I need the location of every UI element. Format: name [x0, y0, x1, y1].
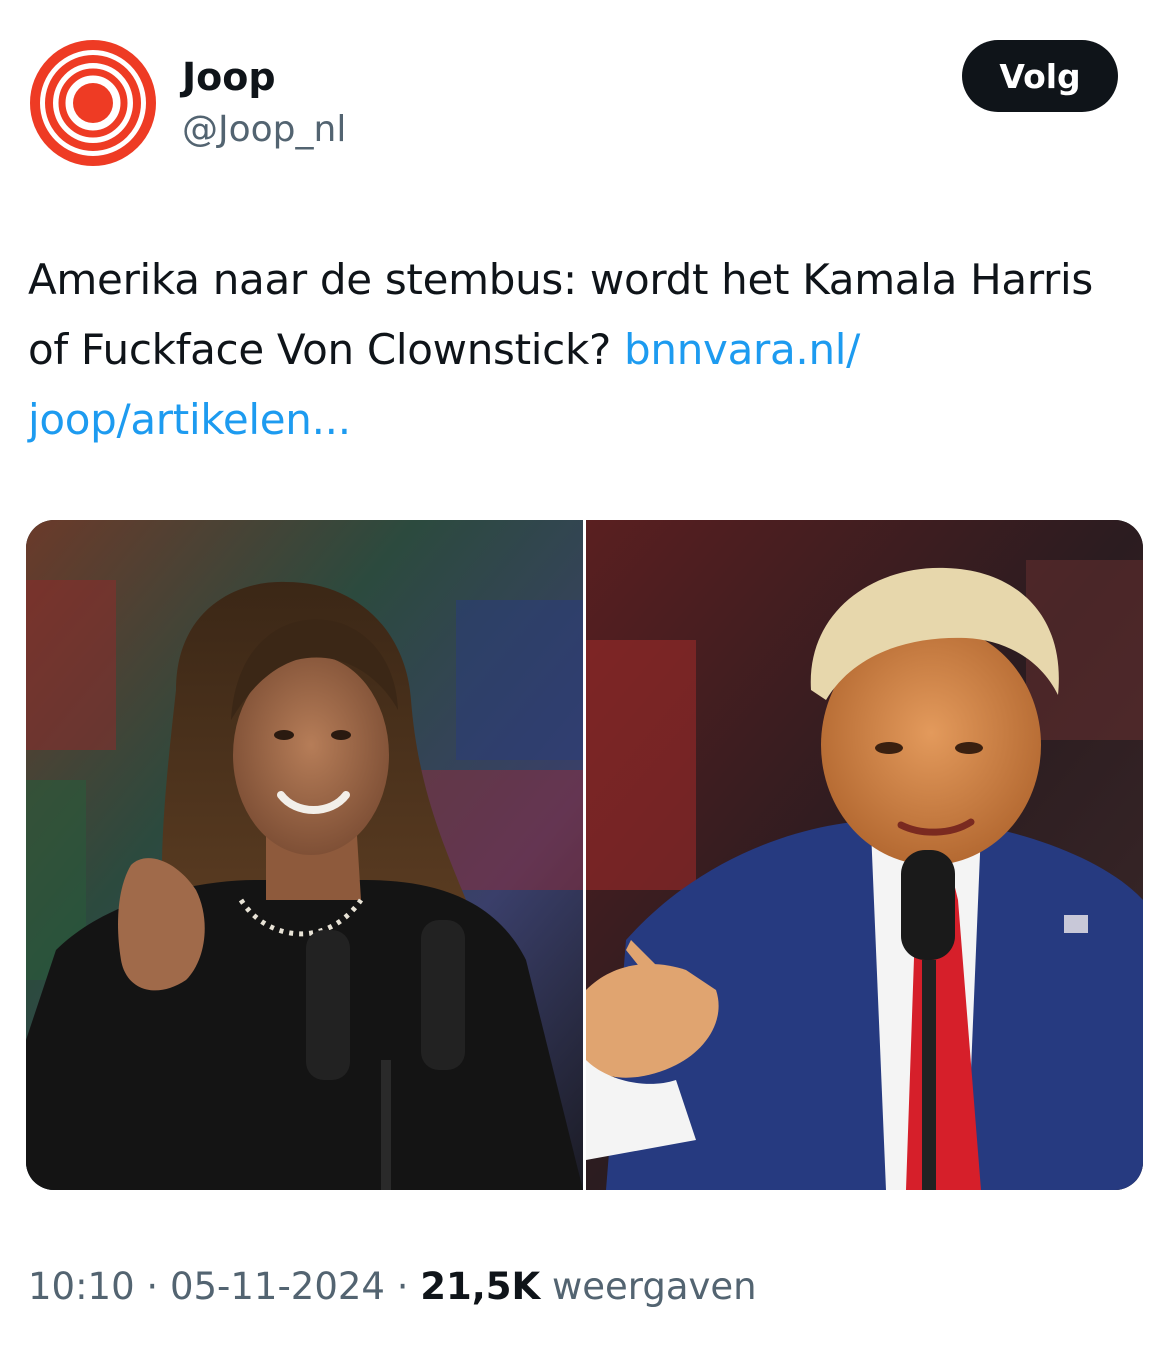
author-avatar[interactable]	[30, 40, 156, 166]
tweet-header: Joop @Joop_nl Volg	[0, 0, 1170, 200]
tweet-time[interactable]: 10:10	[28, 1265, 135, 1308]
meta-separator: ·	[384, 1265, 421, 1308]
kamala-harris-photo[interactable]	[26, 520, 583, 1190]
views-count: 21,5K	[420, 1265, 541, 1308]
tweet-meta: 10:10 · 05-11-2024 · 21,5K weergaven	[28, 1262, 757, 1312]
tweet-body: Amerika naar de stembus: wordt het Kamal…	[28, 255, 1093, 374]
views-label: weergaven	[540, 1265, 757, 1308]
author-handle[interactable]: @Joop_nl	[182, 106, 346, 154]
joop-logo-icon	[30, 40, 156, 166]
donald-trump-photo[interactable]	[586, 520, 1143, 1190]
tweet-media[interactable]	[26, 520, 1143, 1190]
tweet-text: Amerika naar de stembus: wordt het Kamal…	[28, 245, 1138, 455]
author-name[interactable]: Joop	[182, 52, 276, 102]
tweet-date[interactable]: 05-11-2024	[170, 1265, 385, 1308]
meta-separator: ·	[134, 1265, 170, 1308]
follow-button[interactable]: Volg	[962, 40, 1118, 112]
